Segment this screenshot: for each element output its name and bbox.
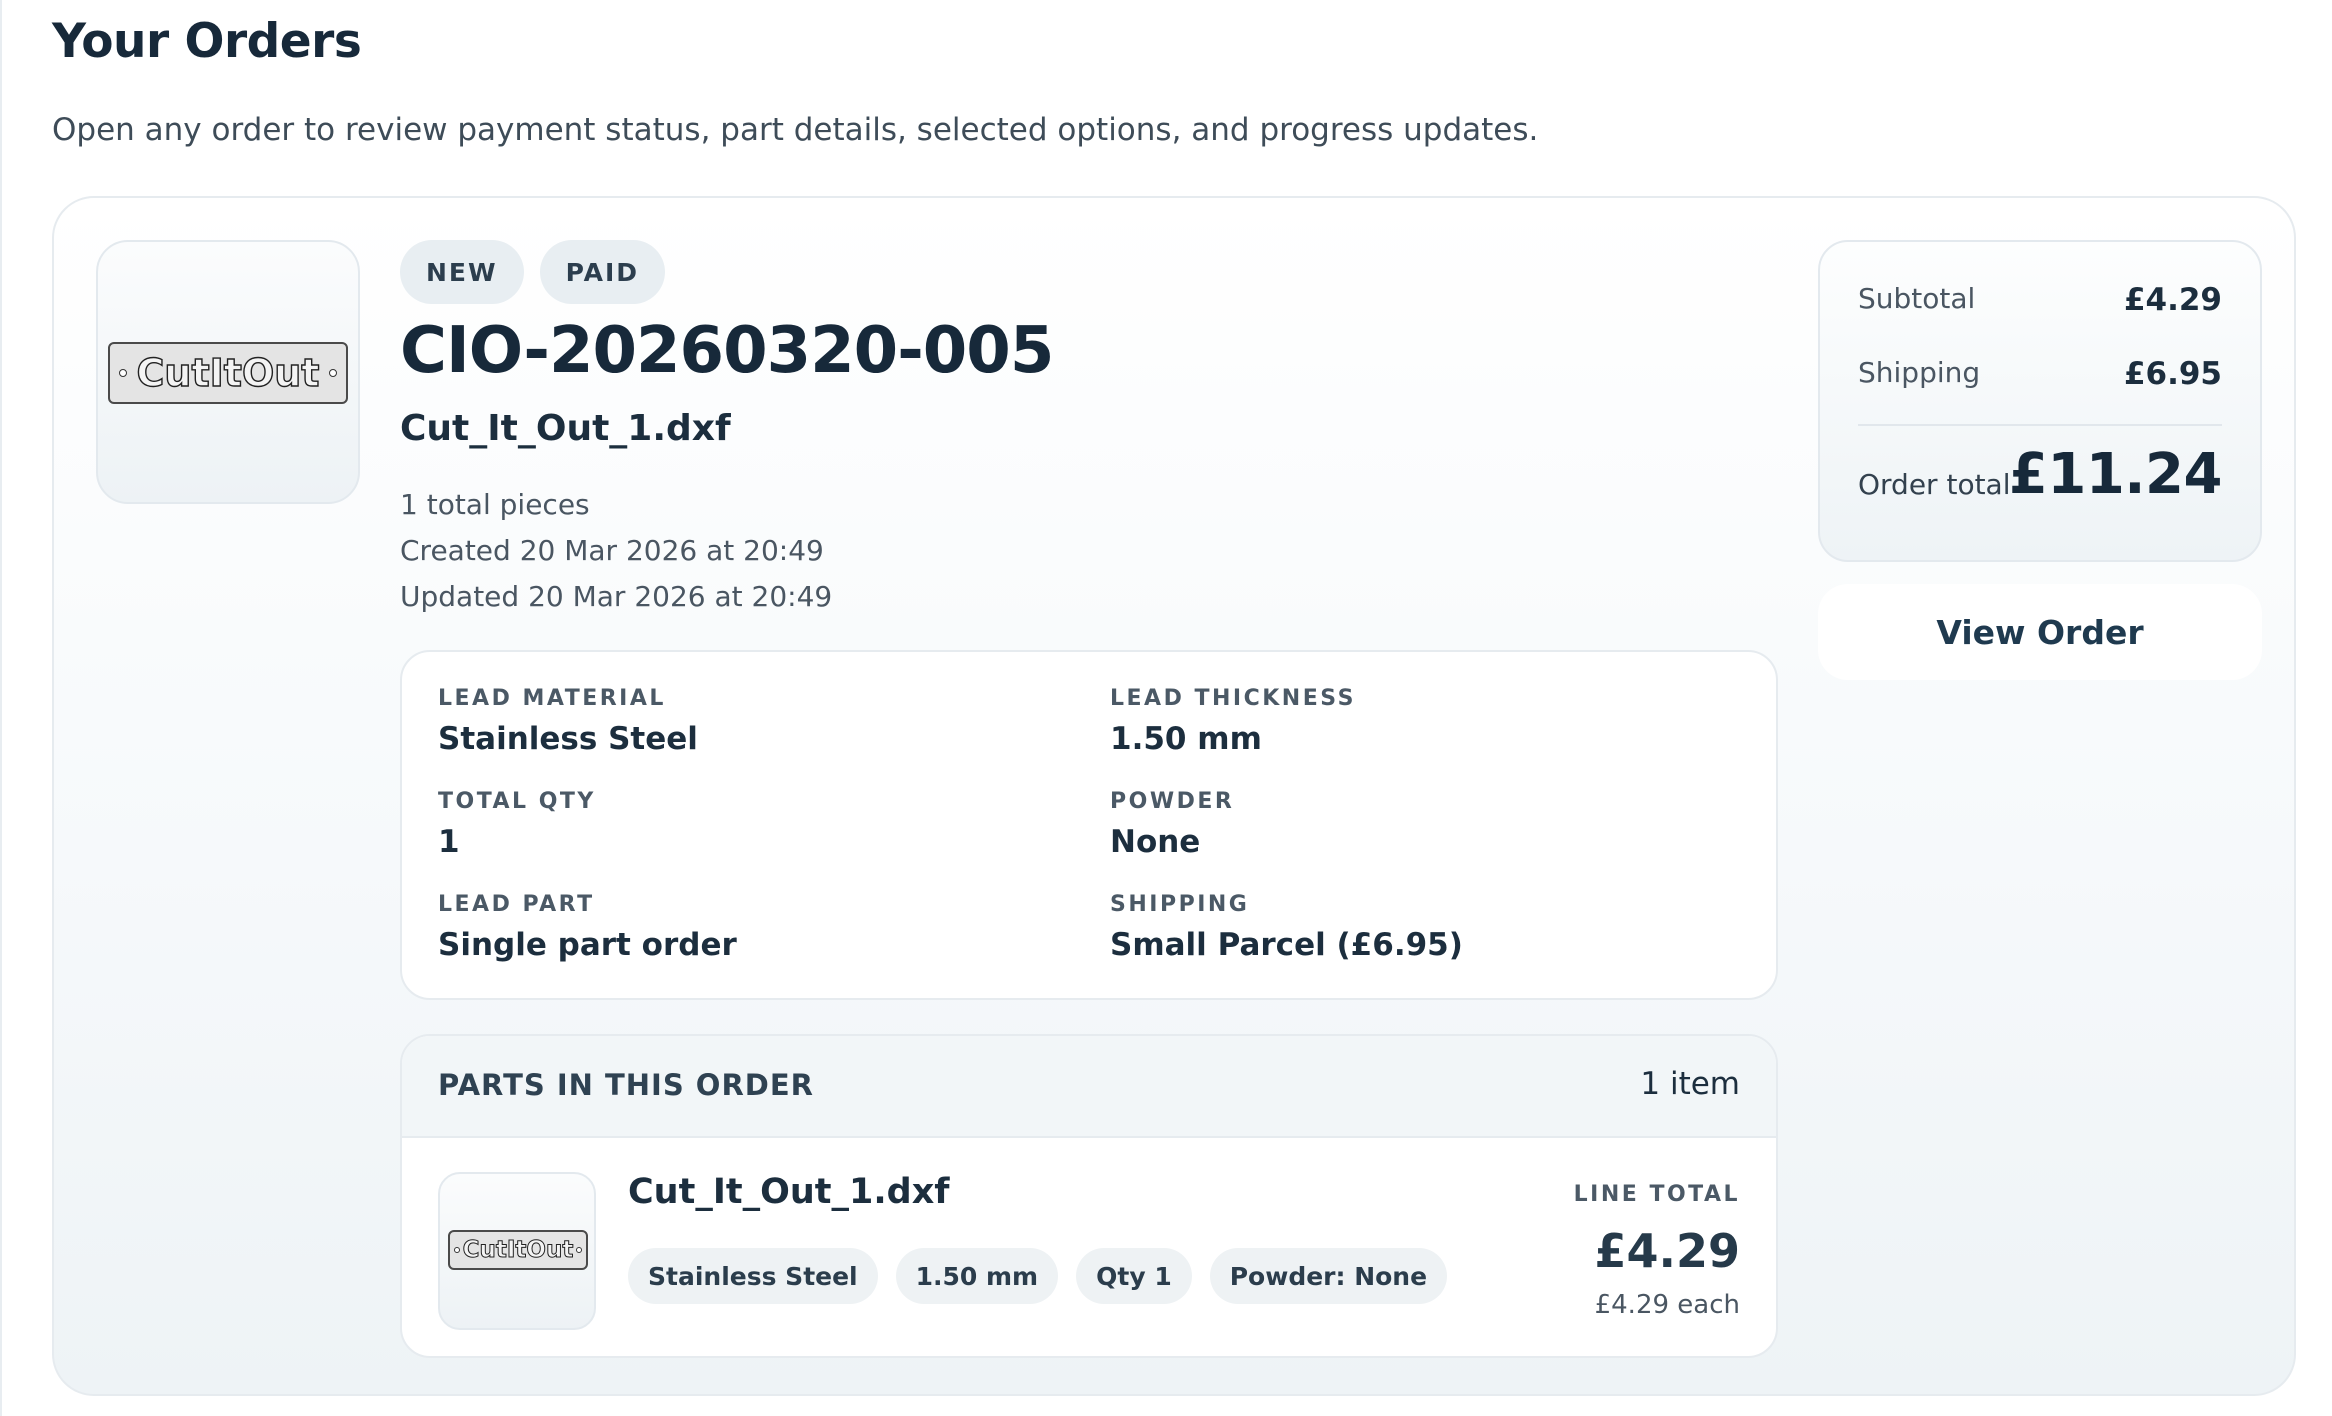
spec-label: LEAD THICKNESS — [1110, 686, 1356, 711]
logo-text: CutItOut — [462, 1237, 574, 1264]
spec-label: LEAD MATERIAL — [438, 686, 666, 711]
order-thumbnail: CutItOut — [96, 240, 360, 504]
spec-label: SHIPPING — [1110, 892, 1250, 917]
line-total-value: £4.29 — [1594, 1224, 1740, 1278]
page-subtitle: Open any order to review payment status,… — [52, 112, 1539, 148]
chip-material: Stainless Steel — [628, 1248, 878, 1304]
spec-label: POWDER — [1110, 789, 1235, 814]
order-total-value: £11.24 — [2008, 442, 2223, 507]
spec-lead-part: LEAD PART Single part order — [438, 892, 737, 963]
spec-lead-material: LEAD MATERIAL Stainless Steel — [438, 686, 698, 757]
shipping-label: Shipping — [1858, 356, 1981, 389]
page-title: Your Orders — [52, 14, 362, 69]
logo-hole-icon — [119, 369, 127, 377]
part-option-chips: Stainless Steel 1.50 mm Qty 1 Powder: No… — [628, 1248, 1448, 1304]
chip-powder: Powder: None — [1209, 1248, 1448, 1304]
spec-value: 1.50 mm — [1110, 721, 1262, 757]
logo-text: CutItOut — [136, 350, 320, 395]
order-pieces: 1 total pieces — [400, 488, 590, 521]
spec-powder: POWDER None — [1110, 789, 1234, 860]
spec-value: Small Parcel (£6.95) — [1110, 927, 1463, 963]
parts-section: PARTS IN THIS ORDER 1 item CutItOut Cut_… — [400, 1034, 1778, 1358]
spec-value: Single part order — [438, 927, 737, 963]
chip-quantity: Qty 1 — [1076, 1248, 1192, 1304]
spec-value: None — [1110, 824, 1201, 860]
shipping-value: £6.95 — [2123, 356, 2222, 392]
line-total-label: LINE TOTAL — [1573, 1182, 1740, 1207]
spec-value: 1 — [438, 824, 460, 860]
logo-hole-icon — [454, 1247, 460, 1253]
order-summary: Subtotal £4.29 Shipping £6.95 Order tota… — [1818, 240, 2262, 562]
status-badge-paid: PAID — [539, 240, 666, 304]
spec-value: Stainless Steel — [438, 721, 698, 757]
part-thumbnail: CutItOut — [438, 1172, 596, 1330]
subtotal-label: Subtotal — [1858, 282, 1976, 315]
order-card: CutItOut NEW PAID CIO-20260320-005 Cut_I… — [52, 196, 2296, 1396]
part-name: Cut_It_Out_1.dxf — [628, 1172, 950, 1212]
order-number: CIO-20260320-005 — [400, 314, 1054, 388]
cutitout-logo: CutItOut — [448, 1230, 588, 1270]
spec-total-qty: TOTAL QTY 1 — [438, 789, 596, 860]
order-file-name: Cut_It_Out_1.dxf — [400, 408, 731, 449]
spec-label: LEAD PART — [438, 892, 595, 917]
order-total-label: Order total — [1858, 468, 2011, 501]
spec-shipping: SHIPPING Small Parcel (£6.95) — [1110, 892, 1463, 963]
cutitout-logo: CutItOut — [108, 342, 348, 404]
chip-thickness: 1.50 mm — [895, 1248, 1059, 1304]
spec-lead-thickness: LEAD THICKNESS 1.50 mm — [1110, 686, 1356, 757]
view-order-button[interactable]: View Order — [1818, 584, 2262, 680]
logo-hole-icon — [576, 1247, 582, 1253]
logo-hole-icon — [329, 369, 337, 377]
order-created: Created 20 Mar 2026 at 20:49 — [400, 534, 824, 567]
parts-count: 1 item — [1640, 1066, 1740, 1102]
status-badge-new: NEW — [400, 240, 524, 304]
line-unit-price: £4.29 each — [1594, 1290, 1740, 1320]
summary-divider — [1858, 424, 2222, 426]
order-updated: Updated 20 Mar 2026 at 20:49 — [400, 580, 833, 613]
spec-label: TOTAL QTY — [438, 789, 596, 814]
status-badges: NEW PAID — [400, 240, 666, 304]
parts-title: PARTS IN THIS ORDER — [438, 1068, 815, 1102]
parts-header: PARTS IN THIS ORDER 1 item — [402, 1036, 1776, 1138]
orders-page: Your Orders Open any order to review pay… — [0, 0, 2332, 1416]
subtotal-value: £4.29 — [2123, 282, 2222, 318]
order-specs: LEAD MATERIAL Stainless Steel LEAD THICK… — [400, 650, 1778, 1000]
